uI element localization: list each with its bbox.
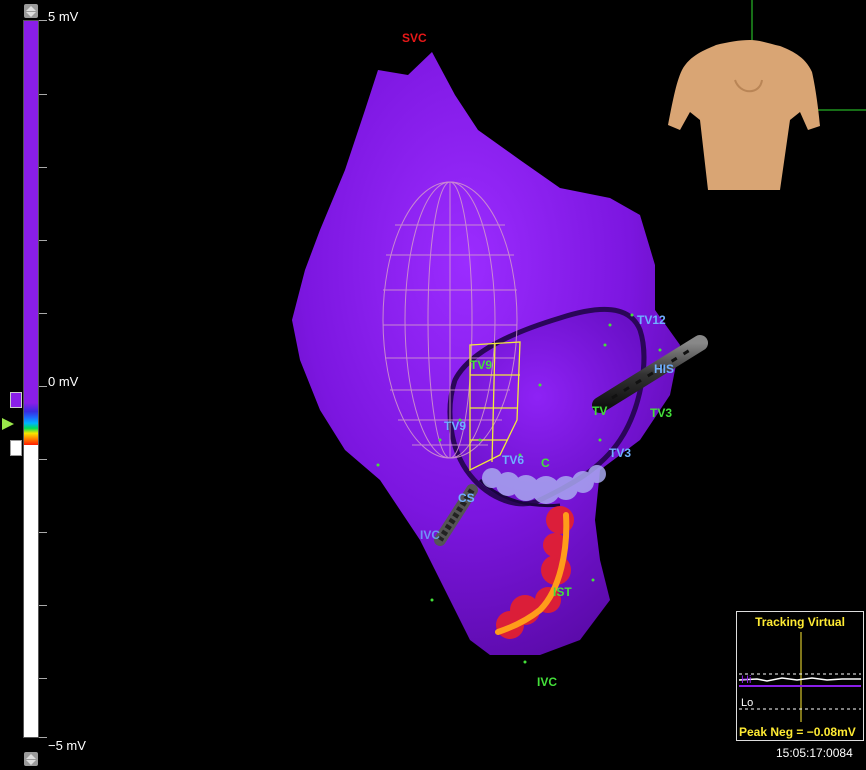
scale-tick: [39, 737, 47, 738]
tracking-panel: Tracking Virtual Hi Lo Peak Neg = −0.08m…: [736, 611, 864, 741]
hi-label: Hi: [741, 674, 752, 686]
tracking-trace: [738, 632, 861, 722]
label-tv: TV: [592, 404, 608, 418]
label-c: C: [541, 456, 550, 470]
scale-tick: [39, 605, 47, 606]
chevron-up-icon: [26, 754, 36, 759]
scale-tick: [39, 240, 47, 241]
label-cs: CS: [458, 491, 475, 505]
scale-max-label: 5 mV: [48, 9, 79, 24]
label-tv6: TV6: [502, 453, 525, 467]
label-tv3-right: TV3: [650, 406, 673, 420]
label-tv9-blue: TV9: [444, 419, 467, 433]
scale-up-button[interactable]: [24, 4, 38, 18]
scale-tick: [39, 386, 47, 387]
current-value-marker-icon[interactable]: [2, 418, 14, 430]
peak-neg-readout: Peak Neg = −0.08mV: [739, 725, 856, 739]
lower-threshold-handle[interactable]: [10, 440, 22, 456]
label-ivc: IVC: [537, 675, 558, 689]
scale-tick: [39, 459, 47, 460]
color-bar-gradient: [24, 403, 38, 445]
scale-min-label: −5 mV: [48, 738, 86, 753]
label-ivc-small: IVC: [420, 528, 441, 542]
color-bar[interactable]: [23, 20, 39, 738]
torso-orientation-icon[interactable]: [668, 0, 866, 190]
scale-tick: [39, 678, 47, 679]
upper-threshold-handle[interactable]: [10, 392, 22, 408]
color-bar-purple: [24, 21, 38, 403]
scale-tick: [39, 167, 47, 168]
label-svc: SVC: [402, 31, 427, 45]
scale-tick: [39, 20, 47, 21]
label-tv9-green: TV9: [470, 358, 493, 372]
scale-tick: [39, 94, 47, 95]
label-ist: IST: [553, 585, 572, 599]
lo-label: Lo: [741, 697, 754, 709]
scale-tick: [39, 532, 47, 533]
scale-down-button[interactable]: [24, 752, 38, 766]
chevron-down-icon: [26, 12, 36, 17]
label-tv3-lower: TV3: [609, 446, 632, 460]
label-tv12: TV12: [637, 313, 666, 327]
scale-zero-label: 0 mV: [48, 374, 79, 389]
chevron-up-icon: [26, 6, 36, 11]
timestamp: 15:05:17:0084: [776, 746, 853, 760]
scale-tick: [39, 313, 47, 314]
chevron-down-icon: [26, 760, 36, 765]
label-his: HIS: [654, 362, 675, 376]
